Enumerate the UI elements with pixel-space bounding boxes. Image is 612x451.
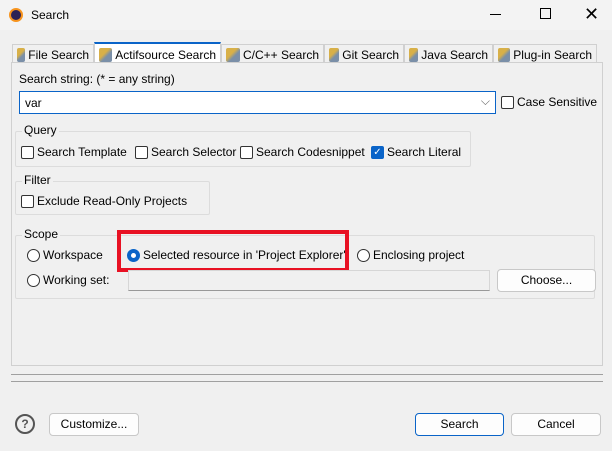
selected-resource-radio[interactable]: Selected resource in 'Project Explorer' <box>127 248 346 262</box>
help-icon[interactable]: ? <box>15 414 35 434</box>
search-codesnippet-checkbox[interactable]: Search Codesnippet <box>240 145 365 159</box>
checkmark-icon: ✓ <box>371 145 384 159</box>
radio-label: Working set: <box>43 273 110 287</box>
case-sensitive-checkbox[interactable]: Case Sensitive <box>501 95 597 109</box>
checkbox-label: Search Codesnippet <box>256 145 365 159</box>
search-button[interactable]: Search <box>415 413 504 436</box>
working-set-field[interactable] <box>128 270 490 291</box>
cpp-search-icon <box>226 48 240 62</box>
tab-file-search[interactable]: File Search <box>12 44 94 63</box>
chevron-down-icon[interactable]: ⌵ <box>481 94 490 109</box>
git-search-icon <box>329 48 340 62</box>
cancel-button[interactable]: Cancel <box>511 413 601 436</box>
maximize-icon[interactable] <box>540 8 551 19</box>
radio-label: Workspace <box>43 248 103 262</box>
plugin-search-icon <box>498 48 511 62</box>
case-sensitive-label: Case Sensitive <box>517 95 598 109</box>
file-search-icon <box>17 48 26 62</box>
checkbox-icon <box>135 145 148 159</box>
checkbox-label: Exclude Read-Only Projects <box>37 194 188 208</box>
search-string-value: var <box>25 96 42 110</box>
exclude-readonly-checkbox[interactable]: Exclude Read-Only Projects <box>21 194 187 208</box>
checkbox-label: Search Selector <box>151 145 237 159</box>
actifsource-search-icon <box>99 47 113 62</box>
tab-label: Java Search <box>421 48 488 62</box>
radio-selected-icon <box>127 248 140 262</box>
checkbox-icon <box>21 145 34 159</box>
choose-button[interactable]: Choose... <box>497 269 596 292</box>
radio-label: Enclosing project <box>373 248 465 262</box>
tab-label: Plug-in Search <box>513 48 592 62</box>
radio-icon <box>27 248 40 262</box>
tab-label: Git Search <box>342 48 399 62</box>
customize-button[interactable]: Customize... <box>49 413 139 436</box>
title-bar: Search ✕ <box>0 0 612 30</box>
search-string-label: Search string: (* = any string) <box>19 72 175 86</box>
checkbox-icon <box>501 95 514 109</box>
checkbox-icon <box>21 194 34 208</box>
scope-title: Scope <box>22 227 61 241</box>
working-set-radio[interactable]: Working set: <box>27 273 109 287</box>
tab-label: Actifsource Search <box>115 47 216 62</box>
separator <box>11 374 603 382</box>
search-template-checkbox[interactable]: Search Template <box>21 145 127 159</box>
radio-icon <box>357 248 370 262</box>
tab-java-search[interactable]: Java Search <box>404 44 493 63</box>
radio-label: Selected resource in 'Project Explorer' <box>143 248 346 262</box>
window-title: Search <box>31 8 70 22</box>
tab-label: File Search <box>28 48 89 62</box>
enclosing-project-radio[interactable]: Enclosing project <box>357 248 464 262</box>
checkbox-label: Search Template <box>37 145 127 159</box>
minimize-icon[interactable] <box>490 14 501 15</box>
checkbox-icon <box>240 145 253 159</box>
close-icon[interactable]: ✕ <box>584 4 599 25</box>
query-title: Query <box>22 123 59 137</box>
tab-git-search[interactable]: Git Search <box>324 44 404 63</box>
checkbox-label: Search Literal <box>387 145 462 159</box>
search-literal-checkbox[interactable]: ✓ Search Literal <box>371 145 461 159</box>
filter-title: Filter <box>22 173 53 187</box>
radio-icon <box>27 273 40 287</box>
eclipse-icon <box>9 8 23 22</box>
tab-label: C/C++ Search <box>242 48 319 62</box>
java-search-icon <box>409 48 419 62</box>
tab-plugin-search[interactable]: Plug-in Search <box>493 44 597 63</box>
search-selector-checkbox[interactable]: Search Selector <box>135 145 236 159</box>
workspace-radio[interactable]: Workspace <box>27 248 103 262</box>
search-string-combo[interactable]: var ⌵ <box>19 91 496 114</box>
tab-actifsource-search[interactable]: Actifsource Search <box>94 42 221 63</box>
tab-cpp-search[interactable]: C/C++ Search <box>221 44 324 63</box>
